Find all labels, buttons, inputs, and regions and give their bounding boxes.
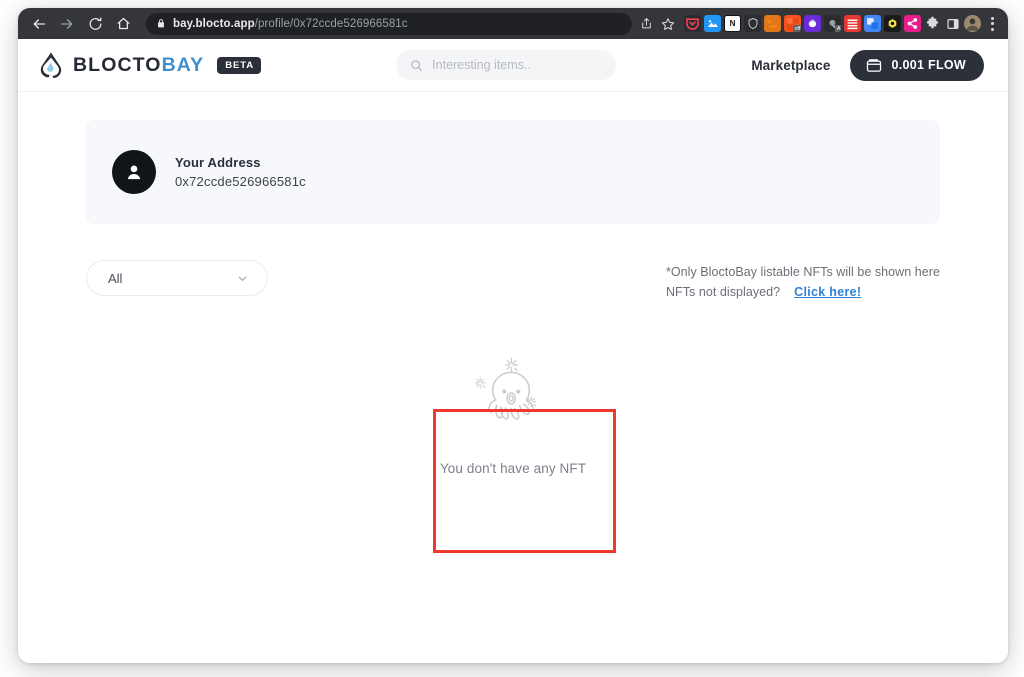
lock-icon: [156, 18, 166, 29]
omnibox-address-bar[interactable]: bay.blocto.app/profile/0x72ccde526966581…: [146, 12, 632, 35]
grammarly-extension-icon[interactable]: A: [824, 15, 841, 32]
browser-window: bay.blocto.app/profile/0x72ccde526966581…: [18, 8, 1008, 663]
share-icon[interactable]: [636, 14, 656, 34]
puzzle-extensions-button[interactable]: [924, 15, 941, 32]
address-value[interactable]: 0x72ccde526966581c: [175, 174, 306, 189]
search-box[interactable]: [396, 50, 617, 80]
blocto-droplet-logo-icon: [38, 51, 64, 79]
star-icon[interactable]: [658, 14, 678, 34]
page-viewport: BLOCTOBAY BETA Marketpl: [18, 39, 1008, 663]
side-panel-button[interactable]: [944, 15, 961, 32]
share-extension-icon[interactable]: [904, 15, 921, 32]
address-text-block: Your Address 0x72ccde526966581c: [175, 155, 306, 189]
wallet-balance-button[interactable]: 0.001 FLOW: [850, 49, 984, 81]
extensions-strip: N off A: [678, 15, 981, 32]
address-label: Your Address: [175, 155, 261, 170]
desktop-backdrop: bay.blocto.app/profile/0x72ccde526966581…: [0, 0, 1024, 677]
avatar: [112, 150, 156, 194]
marketplace-link[interactable]: Marketplace: [751, 58, 830, 73]
note-line-2: NFTs not displayed? Click here!: [666, 282, 940, 302]
adblock-off-extension-icon[interactable]: off: [784, 15, 801, 32]
profile-avatar-button[interactable]: [964, 15, 981, 32]
honey-extension-icon[interactable]: [844, 15, 861, 32]
header-right-actions: Marketplace 0.001 FLOW: [751, 49, 984, 81]
filter-selected-value: All: [108, 270, 123, 286]
pocket-extension-icon[interactable]: [684, 15, 701, 32]
reload-icon[interactable]: [84, 13, 106, 35]
browser-toolbar: bay.blocto.app/profile/0x72ccde526966581…: [18, 8, 1008, 39]
wallet-icon: [866, 58, 882, 73]
translate-extension-icon[interactable]: [864, 15, 881, 32]
listing-notes: *Only BloctoBay listable NFTs will be sh…: [666, 260, 940, 302]
search-container: [261, 50, 751, 80]
empty-state-message: You don't have any NFT: [439, 461, 587, 476]
octopus-sparkles-illustration-icon: [465, 354, 561, 451]
empty-state: You don't have any NFT: [86, 354, 940, 476]
beta-badge: BETA: [217, 56, 262, 74]
filter-dropdown[interactable]: All: [86, 260, 268, 296]
main-content: Your Address 0x72ccde526966581c All *Onl…: [18, 92, 1008, 476]
brand-word-blocto: BLOCTO: [73, 53, 162, 76]
controls-row: All *Only BloctoBay listable NFTs will b…: [86, 260, 940, 302]
url-text: bay.blocto.app/profile/0x72ccde526966581…: [173, 17, 408, 30]
back-arrow-icon[interactable]: [28, 13, 50, 35]
app-header: BLOCTOBAY BETA Marketpl: [18, 39, 1008, 92]
forward-arrow-icon[interactable]: [56, 13, 78, 35]
phantom-extension-icon[interactable]: [884, 15, 901, 32]
wallet-balance-text: 0.001 FLOW: [891, 58, 966, 72]
search-input[interactable]: [432, 58, 603, 72]
address-card: Your Address 0x72ccde526966581c: [86, 120, 940, 224]
note-line-2-text: NFTs not displayed?: [665, 285, 781, 299]
three-dots-menu-icon[interactable]: [983, 13, 1001, 35]
brand-word-bay: BAY: [161, 53, 205, 76]
click-here-link[interactable]: Click here!: [794, 285, 861, 299]
omnibox-actions: [636, 14, 678, 34]
home-icon[interactable]: [112, 13, 134, 35]
blocto-wallet-extension-icon[interactable]: [804, 15, 821, 32]
shield-extension-icon[interactable]: [744, 15, 761, 32]
note-line-1: *Only BloctoBay listable NFTs will be sh…: [665, 265, 940, 279]
notion-extension-icon[interactable]: N: [724, 15, 741, 32]
screenshot-extension-icon[interactable]: [704, 15, 721, 32]
metamask-extension-icon[interactable]: [764, 15, 781, 32]
brand-wordmark: BLOCTO BAY: [73, 54, 204, 77]
chevron-down-icon: [236, 272, 249, 285]
person-icon: [124, 162, 144, 182]
brand-logo[interactable]: BLOCTO BAY BETA: [38, 51, 262, 79]
extension-badge: off: [792, 25, 801, 32]
search-icon: [410, 59, 423, 72]
extension-badge: A: [835, 25, 841, 32]
